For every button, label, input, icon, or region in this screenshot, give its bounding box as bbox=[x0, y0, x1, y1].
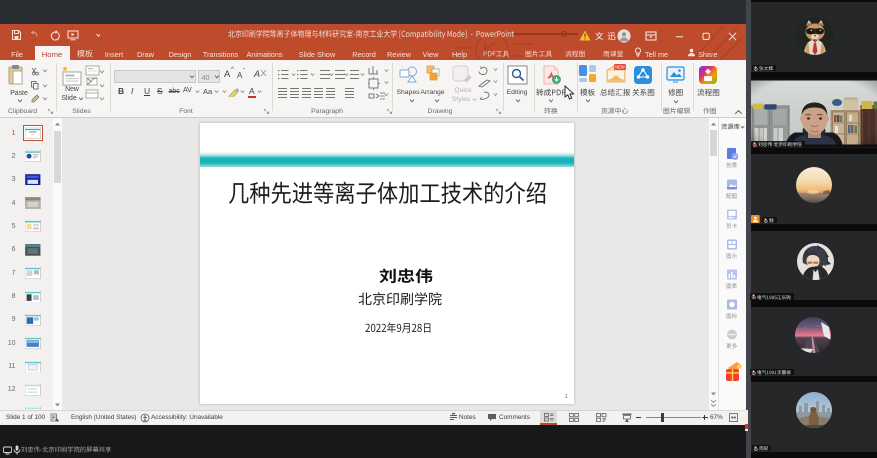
svg-text:NEW: NEW bbox=[615, 65, 625, 70]
